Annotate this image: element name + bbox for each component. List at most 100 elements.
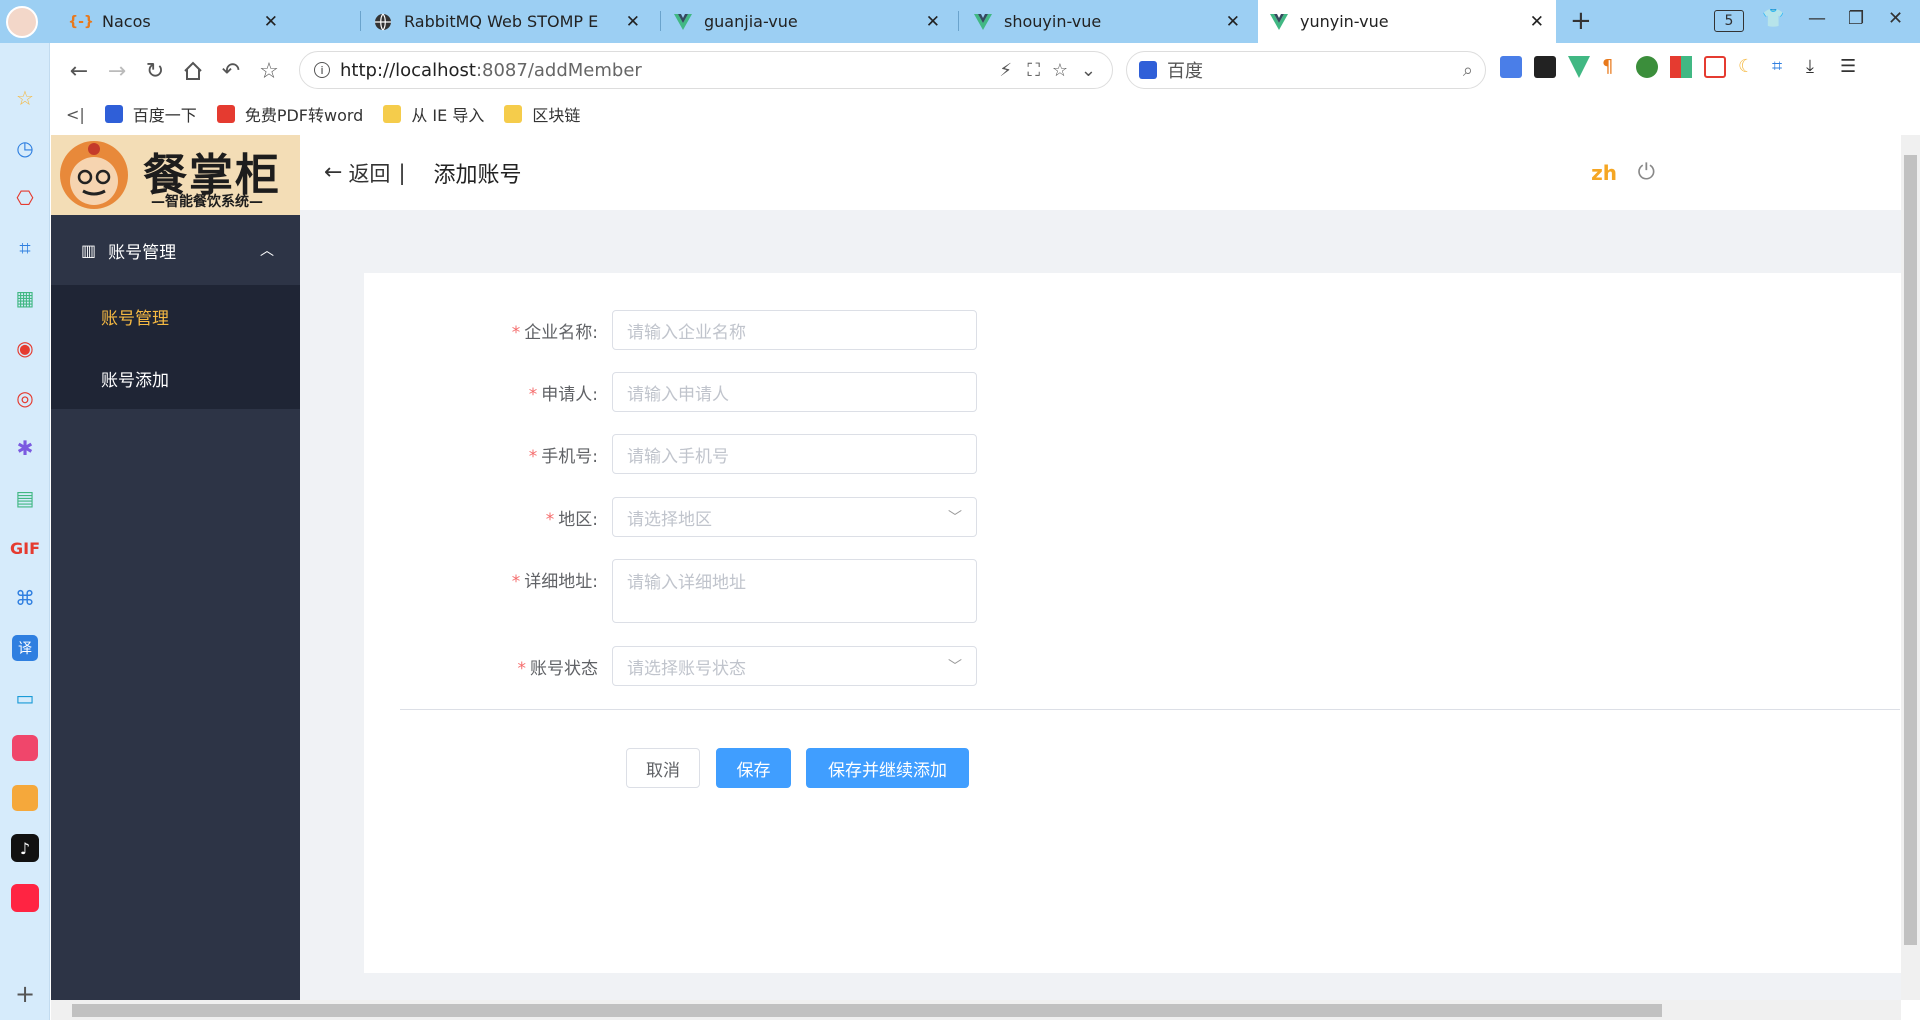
nacos-icon: {-}	[68, 13, 94, 30]
tab-separator	[660, 11, 661, 31]
close-tab-icon[interactable]: ✕	[626, 12, 640, 32]
search-bar[interactable]: 百度 ⌕	[1126, 51, 1486, 89]
record-icon[interactable]: ◎	[9, 382, 41, 414]
language-toggle[interactable]: zh	[1591, 161, 1617, 185]
translate-ext-icon[interactable]	[1500, 56, 1522, 78]
grid-ext-icon[interactable]	[1670, 56, 1692, 78]
collapse-sidebar-icon[interactable]: <|	[66, 105, 85, 124]
pdf-ext-icon[interactable]	[1704, 56, 1726, 78]
gif-icon[interactable]: GIF	[9, 532, 41, 564]
profile-avatar[interactable]	[6, 6, 38, 38]
horizontal-scroll-thumb[interactable]	[72, 1004, 1662, 1017]
moon-icon[interactable]: ☾	[1738, 56, 1760, 78]
back-icon[interactable]: ←	[64, 56, 94, 86]
bookmark-baidu[interactable]: 百度一下	[104, 102, 197, 126]
header-divider: |	[398, 160, 406, 185]
save-button[interactable]: 保存	[716, 748, 791, 788]
star-icon[interactable]: ☆	[1052, 60, 1068, 81]
new-tab-button[interactable]: +	[1570, 6, 1592, 36]
close-tab-icon[interactable]: ✕	[1226, 12, 1240, 32]
save-continue-button[interactable]: 保存并继续添加	[806, 748, 969, 788]
power-icon[interactable]: ⏻	[1638, 160, 1655, 185]
account-status-select[interactable]: 请选择账号状态 ﹀	[612, 646, 977, 686]
bookmark-blockchain[interactable]: 区块链	[504, 102, 580, 126]
form-row-region: * 地区: 请选择地区 ﹀	[364, 497, 1364, 537]
add-panel-icon[interactable]: +	[9, 978, 41, 1010]
weibo-icon[interactable]: ◉	[9, 332, 41, 364]
close-window-button[interactable]: ✕	[1888, 8, 1903, 29]
favorite-icon[interactable]: ☆	[254, 56, 284, 86]
menu-item-account-add[interactable]: 账号添加	[51, 347, 300, 409]
crop-side-icon[interactable]: ⌗	[9, 232, 41, 264]
company-name-input[interactable]: 请输入企业名称	[612, 310, 977, 350]
pdf-side-icon[interactable]: ⎔	[9, 182, 41, 214]
vue-devtools-icon[interactable]	[1568, 56, 1590, 78]
close-tab-icon[interactable]: ✕	[926, 12, 940, 32]
menu-icon[interactable]: ☰	[1840, 56, 1862, 78]
xiaohongshu-icon[interactable]	[9, 882, 41, 914]
form-row-phone: * 手机号: 请输入手机号	[364, 434, 1364, 474]
phone-input[interactable]: 请输入手机号	[612, 434, 977, 474]
search-icon[interactable]: ⌕	[1463, 60, 1473, 81]
globe-ext-icon[interactable]	[1636, 56, 1658, 78]
address-bar[interactable]: i http://localhost:8087/addMember ⚡ ⛶ ☆ …	[299, 51, 1113, 89]
pdf-icon	[216, 105, 235, 123]
menu-item-account-manage[interactable]: 账号管理	[51, 285, 300, 347]
translate-side-icon[interactable]: 译	[9, 632, 41, 664]
text-scan-icon[interactable]: ⌘	[9, 582, 41, 614]
bookmark-pdf[interactable]: 免费PDF转word	[216, 102, 363, 126]
tab-guanjia-vue[interactable]: guanjia-vue ✕	[662, 0, 952, 43]
submenu: 账号管理 账号添加	[51, 285, 300, 409]
tab-yunyin-vue[interactable]: yunyin-vue ✕	[1258, 0, 1556, 43]
game-icon[interactable]	[9, 782, 41, 814]
paragraph-icon[interactable]: ¶	[1602, 56, 1624, 78]
globe-icon	[374, 13, 392, 31]
close-tab-icon[interactable]: ✕	[264, 12, 278, 32]
vue-icon	[674, 13, 692, 31]
arrow-left-icon[interactable]: ←	[324, 160, 342, 185]
monitor-icon[interactable]: ▭	[9, 682, 41, 714]
vue-icon	[1270, 13, 1288, 31]
add-account-form: * 企业名称: 请输入企业名称 * 申请人: 请输入申请人 * 手机号: 请输入手机号…	[364, 273, 1364, 823]
reload-icon[interactable]: ↻	[140, 56, 170, 86]
tab-rabbitmq[interactable]: RabbitMQ Web STOMP Examp ✕	[362, 0, 652, 43]
cancel-button[interactable]: 取消	[626, 748, 700, 788]
info-icon[interactable]: i	[314, 62, 330, 78]
tab-nacos[interactable]: {-} Nacos ✕	[60, 0, 290, 43]
region-select[interactable]: 请选择地区 ﹀	[612, 497, 977, 537]
ext-icon[interactable]	[1534, 56, 1556, 78]
tiktok-icon[interactable]: ♪	[9, 832, 41, 864]
app-logo: 餐掌柜 —智能餐饮系统—	[51, 135, 300, 215]
address-textarea[interactable]: 请输入详细地址	[612, 559, 977, 623]
qr-side-icon[interactable]: ▦	[9, 282, 41, 314]
bookmarks-bar: <| 百度一下 免费PDF转word 从 IE 导入 区块链	[50, 100, 600, 128]
folder-icon	[383, 105, 402, 123]
page-title: 添加账号	[433, 162, 522, 188]
home-icon[interactable]	[178, 56, 208, 86]
bookmark-ie-import[interactable]: 从 IE 导入	[383, 102, 484, 126]
download-icon[interactable]: ⤓	[1806, 56, 1828, 78]
crop-icon[interactable]: ⌗	[1772, 56, 1794, 78]
chevron-down-icon[interactable]: ⌄	[1081, 60, 1096, 81]
skin-icon[interactable]: 👕	[1762, 8, 1784, 29]
minimize-button[interactable]: —	[1808, 8, 1826, 29]
chat-icon[interactable]	[9, 732, 41, 764]
menu-group-account[interactable]: ▥ 账号管理 ︿	[51, 215, 300, 285]
bug-icon[interactable]: ✱	[9, 432, 41, 464]
chevron-up-icon[interactable]: ︿	[260, 240, 274, 260]
extension-icons: ¶ ☾ ⌗ ⤓ ☰	[1500, 56, 1862, 78]
lightning-icon[interactable]: ⚡	[999, 60, 1012, 81]
tab-count-badge[interactable]: 5	[1714, 10, 1744, 32]
back-link[interactable]: 返回	[348, 158, 390, 188]
close-tab-icon[interactable]: ✕	[1530, 12, 1544, 32]
tab-shouyin-vue[interactable]: shouyin-vue ✕	[962, 0, 1252, 43]
notes-icon[interactable]: ▤	[9, 482, 41, 514]
forward-icon[interactable]: →	[102, 56, 132, 86]
screenshot-icon[interactable]: ⛶	[1027, 60, 1040, 81]
vertical-scroll-thumb[interactable]	[1904, 155, 1917, 945]
undo-close-icon[interactable]: ↶	[216, 56, 246, 86]
restore-button[interactable]: ❐	[1848, 8, 1864, 29]
applicant-input[interactable]: 请输入申请人	[612, 372, 977, 412]
history-clock-icon[interactable]: ◷	[9, 132, 41, 164]
favorites-star-icon[interactable]: ☆	[9, 82, 41, 114]
